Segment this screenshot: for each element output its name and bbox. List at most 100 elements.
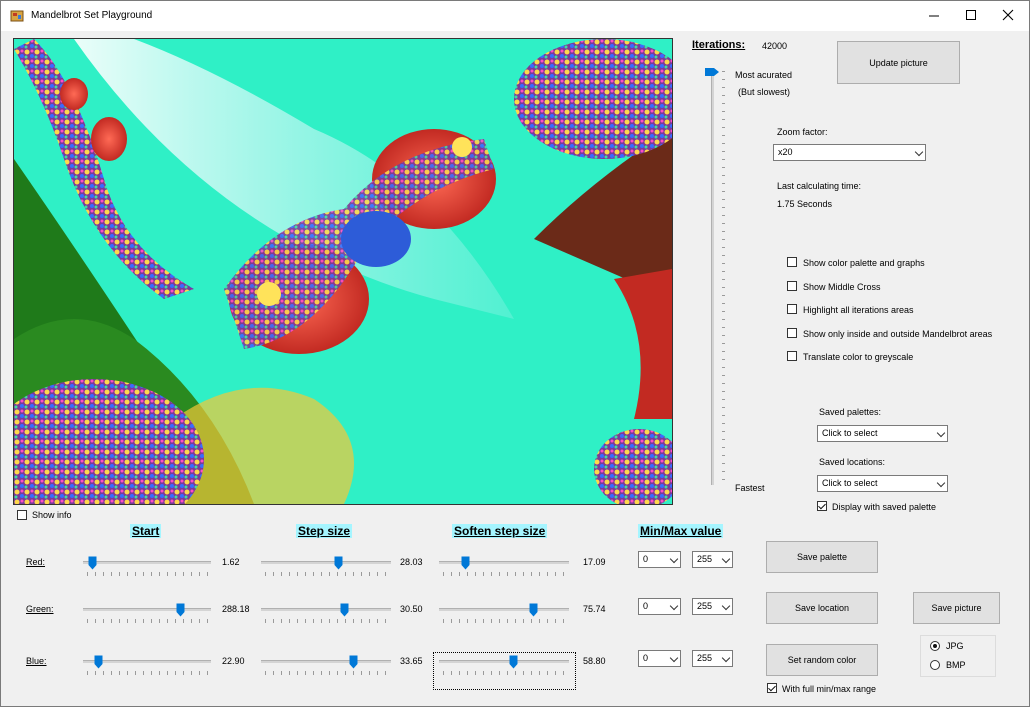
inside-outside-checkbox[interactable] bbox=[787, 328, 797, 338]
step-value: 30.50 bbox=[400, 604, 423, 614]
show-middle-cross-checkbox[interactable] bbox=[787, 281, 797, 291]
zoom-factor-select[interactable]: x20 bbox=[773, 144, 926, 161]
slowest-note: (But slowest) bbox=[738, 87, 791, 97]
chevron-down-icon bbox=[721, 554, 731, 564]
iterations-label: Iterations: bbox=[692, 39, 746, 51]
format-bmp-radio[interactable] bbox=[930, 660, 940, 670]
inside-outside-label: Show only inside and outside Mandelbrot … bbox=[803, 329, 993, 339]
format-jpg-radio[interactable] bbox=[930, 641, 940, 651]
save-location-button[interactable]: Save location bbox=[766, 592, 878, 624]
step-size-header: Step size bbox=[296, 524, 353, 538]
chevron-down-icon bbox=[721, 601, 731, 611]
show-palette-checkbox[interactable] bbox=[787, 257, 797, 267]
close-button[interactable] bbox=[989, 1, 1027, 31]
saved-locations-select[interactable]: Click to select bbox=[817, 475, 948, 492]
show-middle-cross-label: Show Middle Cross bbox=[803, 282, 881, 292]
slider-ticks bbox=[265, 572, 389, 576]
start-value: 288.18 bbox=[222, 604, 250, 614]
maximize-icon bbox=[966, 10, 976, 20]
save-palette-button[interactable]: Save palette bbox=[766, 541, 878, 573]
slider-track bbox=[439, 561, 569, 564]
minimize-button[interactable] bbox=[915, 1, 953, 31]
slider-thumb[interactable] bbox=[94, 655, 103, 669]
slider-ticks bbox=[87, 671, 209, 675]
step-value: 28.03 bbox=[400, 557, 423, 567]
slider-track bbox=[261, 561, 391, 564]
slider-track bbox=[83, 608, 211, 611]
iterations-slider-ticks bbox=[722, 71, 725, 485]
app-icon bbox=[10, 10, 24, 22]
slider-thumb[interactable] bbox=[88, 556, 97, 570]
start-value: 1.62 bbox=[222, 557, 240, 567]
maximize-button[interactable] bbox=[952, 1, 990, 31]
soften-value: 75.74 bbox=[583, 604, 606, 614]
format-bmp-label: BMP bbox=[946, 660, 966, 670]
chevron-down-icon bbox=[721, 653, 731, 663]
max-value-text: 255 bbox=[697, 601, 713, 611]
slider-ticks bbox=[265, 671, 389, 675]
slider-thumb[interactable] bbox=[529, 603, 538, 617]
slider-thumb[interactable] bbox=[340, 603, 349, 617]
saved-locations-label: Saved locations: bbox=[819, 457, 886, 467]
min-value-text: 0 bbox=[643, 601, 649, 611]
soften-value: 17.09 bbox=[583, 557, 606, 567]
slider-ticks bbox=[443, 572, 567, 576]
soften-value: 58.80 bbox=[583, 656, 606, 666]
max-value-select[interactable]: 255 bbox=[692, 598, 733, 615]
show-palette-label: Show color palette and graphs bbox=[803, 258, 925, 268]
chevron-down-icon bbox=[936, 478, 946, 488]
chevron-down-icon bbox=[669, 601, 679, 611]
most-accurate-label: Most acurated bbox=[735, 70, 793, 80]
fractal-image bbox=[14, 39, 672, 504]
channel-label: Red: bbox=[26, 557, 46, 567]
slider-ticks bbox=[443, 619, 567, 623]
channel-label: Blue: bbox=[26, 656, 47, 666]
calc-time-label: Last calculating time: bbox=[777, 181, 862, 191]
random-color-button[interactable]: Set random color bbox=[766, 644, 878, 676]
slider-ticks bbox=[265, 619, 389, 623]
max-value-text: 255 bbox=[697, 554, 713, 564]
iterations-value: 42000 bbox=[762, 41, 788, 51]
minimize-icon bbox=[929, 15, 939, 17]
slider-ticks bbox=[87, 572, 209, 576]
saved-locations-value: Click to select bbox=[822, 478, 878, 488]
chevron-down-icon bbox=[669, 554, 679, 564]
show-info-checkbox[interactable] bbox=[17, 510, 27, 520]
zoom-factor-value: x20 bbox=[778, 147, 793, 157]
iterations-slider-thumb[interactable] bbox=[704, 67, 720, 77]
slider-thumb[interactable] bbox=[349, 655, 358, 669]
max-value-select[interactable]: 255 bbox=[692, 551, 733, 568]
step-value: 33.65 bbox=[400, 656, 423, 666]
window-title: Mandelbrot Set Playground bbox=[31, 10, 153, 21]
update-picture-button[interactable]: Update picture bbox=[837, 41, 960, 84]
app-window: Mandelbrot Set Playground Show info Iter… bbox=[0, 0, 1030, 707]
save-picture-button[interactable]: Save picture bbox=[913, 592, 1000, 624]
channel-label: Green: bbox=[26, 604, 54, 614]
slider-track bbox=[83, 561, 211, 564]
min-value-text: 0 bbox=[643, 653, 649, 663]
chevron-down-icon bbox=[914, 147, 924, 157]
min-value-select[interactable]: 0 bbox=[638, 650, 681, 667]
greyscale-checkbox[interactable] bbox=[787, 351, 797, 361]
saved-palettes-select[interactable]: Click to select bbox=[817, 425, 948, 442]
slider-thumb[interactable] bbox=[176, 603, 185, 617]
format-jpg-label: JPG bbox=[946, 641, 964, 651]
saved-palettes-label: Saved palettes: bbox=[819, 407, 882, 417]
full-range-checkbox[interactable] bbox=[767, 683, 777, 693]
display-saved-palette-checkbox[interactable] bbox=[817, 501, 827, 511]
slider-thumb[interactable] bbox=[334, 556, 343, 570]
highlight-iterations-checkbox[interactable] bbox=[787, 304, 797, 314]
max-value-select[interactable]: 255 bbox=[692, 650, 733, 667]
mandelbrot-canvas[interactable] bbox=[13, 38, 673, 505]
slider-track bbox=[261, 660, 391, 663]
min-value-select[interactable]: 0 bbox=[638, 551, 681, 568]
full-range-label: With full min/max range bbox=[782, 684, 877, 694]
iterations-slider-track bbox=[711, 69, 714, 485]
start-value: 22.90 bbox=[222, 656, 245, 666]
minmax-header: Min/Max value bbox=[638, 524, 724, 538]
min-value-select[interactable]: 0 bbox=[638, 598, 681, 615]
focus-rectangle bbox=[433, 652, 576, 690]
calc-time-value: 1.75 Seconds bbox=[777, 199, 833, 209]
max-value-text: 255 bbox=[697, 653, 713, 663]
slider-thumb[interactable] bbox=[461, 556, 470, 570]
